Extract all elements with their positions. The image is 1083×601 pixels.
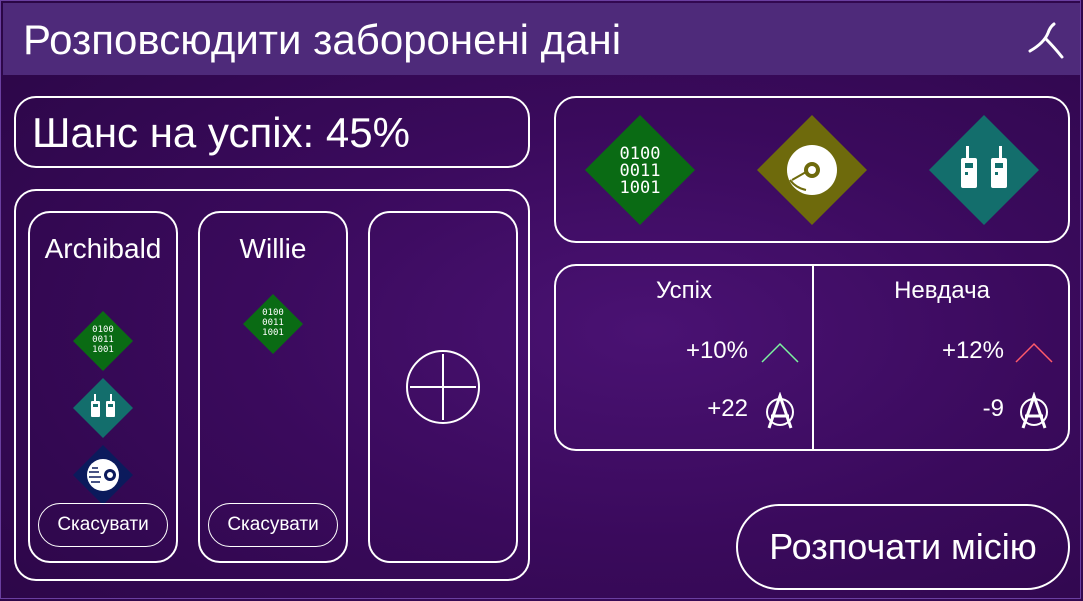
radio-comms-icon — [928, 114, 1040, 226]
success-chance-change: +10% — [685, 337, 748, 364]
add-agent-slot[interactable] — [368, 211, 518, 563]
data-hacking-icon: 0100 0011 1001 — [242, 293, 304, 355]
binary-line: 0100 — [262, 308, 284, 318]
radio-comms-icon — [72, 377, 134, 439]
increase-arrow-icon — [1014, 334, 1054, 374]
anarchy-icon — [1014, 392, 1054, 432]
add-agent-icon[interactable] — [404, 348, 482, 426]
success-heading: Успіх — [656, 277, 712, 304]
anarchy-icon — [760, 392, 800, 432]
disc-icon — [756, 114, 868, 226]
close-icon — [1028, 22, 1064, 59]
data-hacking-icon: 0100 0011 1001 — [72, 310, 134, 372]
binary-line: 0011 — [262, 318, 284, 328]
success-notoriety-change: +22 — [707, 395, 748, 422]
success-chance-label: Шанс на успіх: 45% — [32, 109, 410, 156]
agent-slot-willie[interactable]: Willie 0100 0011 1001 Скасувати — [198, 211, 348, 563]
cancel-button[interactable]: Скасувати — [38, 503, 168, 547]
cancel-button[interactable]: Скасувати — [208, 503, 338, 547]
success-chance-panel: Шанс на успіх: 45% — [14, 96, 530, 168]
failure-heading: Невдача — [894, 277, 990, 304]
start-mission-button[interactable]: Розпочати місію — [736, 504, 1070, 590]
agent-slot-archibald[interactable]: Archibald 0100 0011 1001 Скасувати — [28, 211, 178, 563]
binary-line: 1001 — [262, 328, 284, 338]
failure-chance-change: +12% — [941, 337, 1004, 364]
title-bar: Розповсюдити заборонені дані — [3, 3, 1080, 75]
binary-line: 1001 — [92, 345, 114, 355]
binary-line: 0011 — [92, 335, 114, 345]
window-title: Розповсюдити заборонені дані — [23, 16, 622, 63]
binary-line: 0100 — [92, 325, 114, 335]
cyber-eye-icon — [72, 444, 134, 506]
close-button[interactable] — [1026, 21, 1066, 61]
outcome-panel: Успіх +10% +22 Невдача +12% -9 — [554, 264, 1070, 451]
agent-name: Willie — [239, 233, 307, 264]
data-hacking-icon: 0100 0011 1001 — [584, 114, 696, 226]
team-panel: Archibald 0100 0011 1001 Скасувати Willi… — [14, 189, 530, 581]
agent-name: Archibald — [44, 233, 162, 264]
binary-line: 1001 — [620, 178, 661, 198]
increase-arrow-icon — [760, 334, 800, 374]
failure-notoriety-change: -9 — [982, 395, 1004, 422]
required-skills-panel: 0100 0011 1001 — [554, 96, 1070, 243]
